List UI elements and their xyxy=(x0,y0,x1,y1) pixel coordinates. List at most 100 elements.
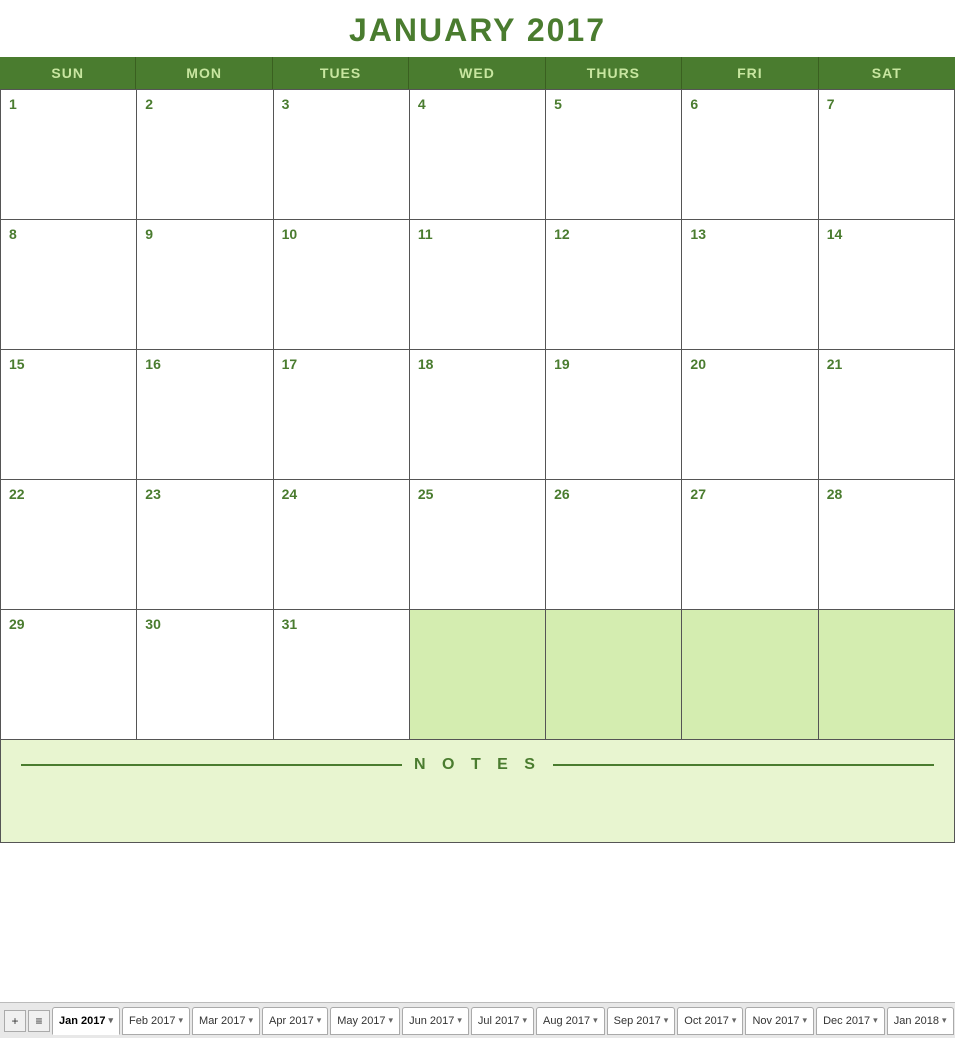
cal-day-30[interactable]: 30 xyxy=(137,610,273,740)
day-number: 27 xyxy=(690,486,706,502)
tab-may-2017[interactable]: May 2017 ▾ xyxy=(330,1007,400,1035)
tab-jan-2018[interactable]: Jan 2018 ▾ xyxy=(887,1007,954,1035)
cal-day-18[interactable]: 18 xyxy=(410,350,546,480)
cal-day-11[interactable]: 11 xyxy=(410,220,546,350)
cal-day-21[interactable]: 21 xyxy=(819,350,955,480)
day-header-tues: TUES xyxy=(273,57,409,89)
tab-chevron-icon[interactable]: ▾ xyxy=(457,1015,462,1026)
empty-cell[interactable] xyxy=(819,610,955,740)
cal-day-4[interactable]: 4 xyxy=(410,90,546,220)
day-number: 9 xyxy=(145,226,153,242)
cal-day-2[interactable]: 2 xyxy=(137,90,273,220)
calendar-grid: 1234567891011121314151617181920212223242… xyxy=(0,89,955,740)
cal-day-29[interactable]: 29 xyxy=(1,610,137,740)
cal-day-24[interactable]: 24 xyxy=(274,480,410,610)
cal-day-1[interactable]: 1 xyxy=(1,90,137,220)
day-number: 6 xyxy=(690,96,698,112)
day-number: 1 xyxy=(9,96,17,112)
cal-day-9[interactable]: 9 xyxy=(137,220,273,350)
day-number: 2 xyxy=(145,96,153,112)
tab-oct-2017[interactable]: Oct 2017 ▾ xyxy=(677,1007,743,1035)
cal-day-26[interactable]: 26 xyxy=(546,480,682,610)
tab-nov-2017[interactable]: Nov 2017 ▾ xyxy=(745,1007,814,1035)
day-number: 28 xyxy=(827,486,843,502)
day-number: 25 xyxy=(418,486,434,502)
cal-day-8[interactable]: 8 xyxy=(1,220,137,350)
tab-chevron-icon[interactable]: ▾ xyxy=(389,1015,394,1026)
empty-cell[interactable] xyxy=(410,610,546,740)
day-number: 4 xyxy=(418,96,426,112)
day-number: 15 xyxy=(9,356,25,372)
day-number: 12 xyxy=(554,226,570,242)
tab-dec-2017[interactable]: Dec 2017 ▾ xyxy=(816,1007,885,1035)
cal-day-20[interactable]: 20 xyxy=(682,350,818,480)
tab-feb-2017[interactable]: Feb 2017 ▾ xyxy=(122,1007,190,1035)
notes-line-right xyxy=(553,764,934,766)
day-number: 14 xyxy=(827,226,843,242)
tab-bar[interactable]: + ≡ Jan 2017 ▾Feb 2017 ▾Mar 2017 ▾Apr 20… xyxy=(0,1002,955,1038)
cal-day-16[interactable]: 16 xyxy=(137,350,273,480)
tab-jul-2017[interactable]: Jul 2017 ▾ xyxy=(471,1007,534,1035)
tab-chevron-icon[interactable]: ▾ xyxy=(179,1015,184,1026)
cal-day-10[interactable]: 10 xyxy=(274,220,410,350)
cal-day-25[interactable]: 25 xyxy=(410,480,546,610)
day-number: 24 xyxy=(282,486,298,502)
tab-aug-2017[interactable]: Aug 2017 ▾ xyxy=(536,1007,605,1035)
cal-day-13[interactable]: 13 xyxy=(682,220,818,350)
calendar-container: JANUARY 2017 SUNMONTUESWEDTHURSFRISAT 12… xyxy=(0,0,955,843)
tab-sep-2017[interactable]: Sep 2017 ▾ xyxy=(607,1007,676,1035)
tab-chevron-icon[interactable]: ▾ xyxy=(942,1015,947,1026)
sheet-list-button[interactable]: ≡ xyxy=(28,1010,50,1032)
tab-chevron-icon[interactable]: ▾ xyxy=(732,1015,737,1026)
day-number: 29 xyxy=(9,616,25,632)
cal-day-17[interactable]: 17 xyxy=(274,350,410,480)
tab-chevron-icon[interactable]: ▾ xyxy=(317,1015,322,1026)
cal-day-15[interactable]: 15 xyxy=(1,350,137,480)
day-number: 31 xyxy=(282,616,298,632)
empty-cell[interactable] xyxy=(682,610,818,740)
cal-day-3[interactable]: 3 xyxy=(274,90,410,220)
day-header-thurs: THURS xyxy=(546,57,682,89)
day-number: 17 xyxy=(282,356,298,372)
cal-day-14[interactable]: 14 xyxy=(819,220,955,350)
tab-chevron-icon[interactable]: ▾ xyxy=(108,1015,113,1026)
day-number: 21 xyxy=(827,356,843,372)
notes-section[interactable]: N O T E S xyxy=(0,740,955,843)
tab-apr-2017[interactable]: Apr 2017 ▾ xyxy=(262,1007,328,1035)
notes-title-row: N O T E S xyxy=(21,756,934,774)
empty-cell[interactable] xyxy=(546,610,682,740)
day-header-sat: SAT xyxy=(819,57,955,89)
day-header-sun: SUN xyxy=(0,57,136,89)
cal-day-28[interactable]: 28 xyxy=(819,480,955,610)
cal-day-23[interactable]: 23 xyxy=(137,480,273,610)
cal-day-19[interactable]: 19 xyxy=(546,350,682,480)
tab-chevron-icon[interactable]: ▾ xyxy=(664,1015,669,1026)
tab-chevron-icon[interactable]: ▾ xyxy=(873,1015,878,1026)
day-number: 13 xyxy=(690,226,706,242)
cal-day-6[interactable]: 6 xyxy=(682,90,818,220)
cal-day-7[interactable]: 7 xyxy=(819,90,955,220)
day-number: 18 xyxy=(418,356,434,372)
tab-jun-2017[interactable]: Jun 2017 ▾ xyxy=(402,1007,469,1035)
cal-day-31[interactable]: 31 xyxy=(274,610,410,740)
tab-chevron-icon[interactable]: ▾ xyxy=(593,1015,598,1026)
notes-line-left xyxy=(21,764,402,766)
cal-day-22[interactable]: 22 xyxy=(1,480,137,610)
day-header-fri: FRI xyxy=(682,57,818,89)
tab-chevron-icon[interactable]: ▾ xyxy=(522,1015,527,1026)
tab-jan-2017[interactable]: Jan 2017 ▾ xyxy=(52,1007,120,1035)
tab-mar-2017[interactable]: Mar 2017 ▾ xyxy=(192,1007,260,1035)
add-sheet-button[interactable]: + xyxy=(4,1010,26,1032)
day-number: 7 xyxy=(827,96,835,112)
cal-day-5[interactable]: 5 xyxy=(546,90,682,220)
day-number: 11 xyxy=(418,226,433,242)
cal-day-27[interactable]: 27 xyxy=(682,480,818,610)
day-number: 16 xyxy=(145,356,161,372)
tab-chevron-icon[interactable]: ▾ xyxy=(249,1015,254,1026)
tab-chevron-icon[interactable]: ▾ xyxy=(803,1015,808,1026)
day-number: 3 xyxy=(282,96,290,112)
day-number: 8 xyxy=(9,226,17,242)
cal-day-12[interactable]: 12 xyxy=(546,220,682,350)
notes-label: N O T E S xyxy=(414,756,541,774)
day-number: 10 xyxy=(282,226,298,242)
